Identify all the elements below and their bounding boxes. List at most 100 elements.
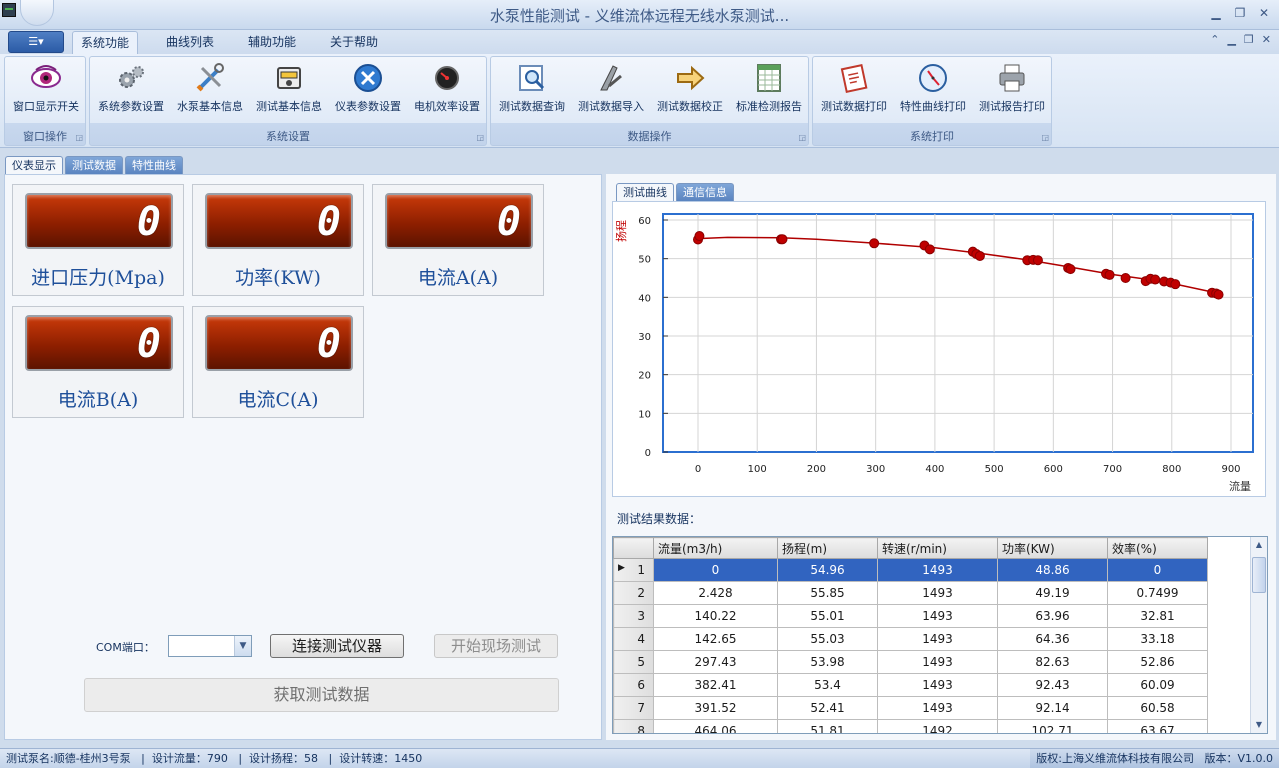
table-cell[interactable]: 52.86: [1107, 650, 1208, 674]
ribbon-tab-help[interactable]: 关于帮助: [322, 31, 386, 54]
print-data-button[interactable]: 测试数据打印: [815, 59, 893, 121]
row-header[interactable]: 7: [613, 696, 654, 720]
test-info-button[interactable]: 测试基本信息: [250, 59, 328, 121]
table-cell[interactable]: 64.36: [997, 627, 1108, 651]
table-row[interactable]: 5 297.43 53.98 1493 82.63 52.86: [613, 650, 1208, 674]
data-calibrate-button[interactable]: 测试数据校正: [651, 59, 729, 121]
table-cell[interactable]: 33.18: [1107, 627, 1208, 651]
table-cell[interactable]: 48.86: [997, 558, 1108, 582]
print-curve-button[interactable]: 特性曲线打印: [894, 59, 972, 121]
table-row[interactable]: 6 382.41 53.4 1493 92.43 60.09: [613, 673, 1208, 697]
table-cell[interactable]: 1493: [877, 581, 998, 605]
table-row[interactable]: 3 140.22 55.01 1493 63.96 32.81: [613, 604, 1208, 628]
table-cell[interactable]: 82.63: [997, 650, 1108, 674]
print-report-button[interactable]: 测试报告打印: [973, 59, 1051, 121]
ribbon-tab-auxiliary[interactable]: 辅助功能: [240, 31, 304, 54]
connect-instrument-button[interactable]: 连接测试仪器: [270, 634, 404, 658]
table-cell[interactable]: 1492: [877, 719, 998, 733]
row-header[interactable]: 6: [613, 673, 654, 697]
mdi-minimize-icon[interactable]: ▁: [1227, 33, 1235, 46]
table-cell[interactable]: 1493: [877, 627, 998, 651]
ribbon-tab-curves[interactable]: 曲线列表: [158, 31, 222, 54]
mdi-restore-icon[interactable]: ❐: [1244, 33, 1254, 46]
com-port-select[interactable]: ▼: [168, 635, 252, 657]
table-cell[interactable]: 49.19: [997, 581, 1108, 605]
table-cell[interactable]: 54.96: [777, 558, 878, 582]
column-header[interactable]: 功率(KW): [997, 537, 1108, 559]
table-cell[interactable]: 63.67: [1107, 719, 1208, 733]
table-cell[interactable]: 32.81: [1107, 604, 1208, 628]
data-import-button[interactable]: 测试数据导入: [572, 59, 650, 121]
table-cell[interactable]: 1493: [877, 604, 998, 628]
standard-report-button[interactable]: 标准检测报告: [730, 59, 808, 121]
table-cell[interactable]: 1493: [877, 673, 998, 697]
restore-icon[interactable]: ❐: [1231, 5, 1249, 21]
table-row[interactable]: ▶ 1 0 54.96 1493 48.86 0: [613, 558, 1208, 582]
column-header[interactable]: 扬程(m): [777, 537, 878, 559]
column-header[interactable]: 流量(m3/h): [653, 537, 778, 559]
table-cell[interactable]: 1493: [877, 696, 998, 720]
table-cell[interactable]: 0: [1107, 558, 1208, 582]
table-cell[interactable]: 0.7499: [1107, 581, 1208, 605]
row-header[interactable]: 3: [613, 604, 654, 628]
dialog-launcher-icon[interactable]: ◲: [798, 133, 806, 142]
tab-meter-display[interactable]: 仪表显示: [5, 156, 63, 174]
table-row[interactable]: 4 142.65 55.03 1493 64.36 33.18: [613, 627, 1208, 651]
table-cell[interactable]: 102.71: [997, 719, 1108, 733]
table-cell[interactable]: 140.22: [653, 604, 778, 628]
application-menu-button[interactable]: ☰▾: [8, 31, 64, 53]
scroll-thumb[interactable]: [1252, 557, 1266, 593]
data-query-button[interactable]: 测试数据查询: [493, 59, 571, 121]
table-cell[interactable]: 55.01: [777, 604, 878, 628]
table-cell[interactable]: 297.43: [653, 650, 778, 674]
row-header[interactable]: 2: [613, 581, 654, 605]
row-header[interactable]: 8: [613, 719, 654, 733]
mdi-close-icon[interactable]: ✕: [1262, 33, 1271, 46]
table-cell[interactable]: 0: [653, 558, 778, 582]
fetch-test-data-button[interactable]: 获取测试数据: [84, 678, 559, 712]
pump-info-button[interactable]: 水泵基本信息: [171, 59, 249, 121]
table-cell[interactable]: 51.81: [777, 719, 878, 733]
tab-test-curve[interactable]: 测试曲线: [616, 183, 674, 201]
start-field-test-button[interactable]: 开始现场测试: [434, 634, 558, 658]
table-cell[interactable]: 55.85: [777, 581, 878, 605]
table-cell[interactable]: 92.43: [997, 673, 1108, 697]
minimize-icon[interactable]: ▁: [1207, 5, 1225, 21]
scroll-down-icon[interactable]: ▼: [1251, 717, 1267, 733]
table-cell[interactable]: 391.52: [653, 696, 778, 720]
chevron-down-icon[interactable]: ▼: [234, 636, 251, 656]
table-cell[interactable]: 63.96: [997, 604, 1108, 628]
table-cell[interactable]: 53.4: [777, 673, 878, 697]
table-cell[interactable]: 382.41: [653, 673, 778, 697]
table-cell[interactable]: 52.41: [777, 696, 878, 720]
row-header[interactable]: ▶ 1: [613, 558, 654, 582]
vertical-scrollbar[interactable]: ▲ ▼: [1250, 537, 1267, 733]
table-cell[interactable]: 53.98: [777, 650, 878, 674]
ribbon-collapse-icon[interactable]: ⌃: [1210, 33, 1219, 46]
column-header[interactable]: 转速(r/min): [877, 537, 998, 559]
column-header[interactable]: 效率(%): [1107, 537, 1208, 559]
motor-efficiency-button[interactable]: 电机效率设置: [408, 59, 486, 121]
window-toggle-button[interactable]: 窗口显示开关: [7, 59, 85, 121]
system-params-button[interactable]: 系统参数设置: [92, 59, 170, 121]
close-icon[interactable]: ✕: [1255, 5, 1273, 21]
table-cell[interactable]: 60.58: [1107, 696, 1208, 720]
row-header[interactable]: 4: [613, 627, 654, 651]
table-cell[interactable]: 464.06: [653, 719, 778, 733]
dialog-launcher-icon[interactable]: ◲: [75, 133, 83, 142]
table-cell[interactable]: 142.65: [653, 627, 778, 651]
scroll-up-icon[interactable]: ▲: [1251, 537, 1267, 553]
table-cell[interactable]: 60.09: [1107, 673, 1208, 697]
instrument-params-button[interactable]: 仪表参数设置: [329, 59, 407, 121]
table-row[interactable]: 7 391.52 52.41 1493 92.14 60.58: [613, 696, 1208, 720]
dialog-launcher-icon[interactable]: ◲: [476, 133, 484, 142]
table-cell[interactable]: 2.428: [653, 581, 778, 605]
table-cell[interactable]: 1493: [877, 558, 998, 582]
table-row[interactable]: 8 464.06 51.81 1492 102.71 63.67: [613, 719, 1208, 733]
table-row[interactable]: 2 2.428 55.85 1493 49.19 0.7499: [613, 581, 1208, 605]
row-header[interactable]: 5: [613, 650, 654, 674]
table-cell[interactable]: 1493: [877, 650, 998, 674]
ribbon-tab-system[interactable]: 系统功能: [72, 31, 139, 54]
tab-test-data[interactable]: 测试数据: [65, 156, 123, 174]
tab-comm-info[interactable]: 通信信息: [676, 183, 734, 201]
